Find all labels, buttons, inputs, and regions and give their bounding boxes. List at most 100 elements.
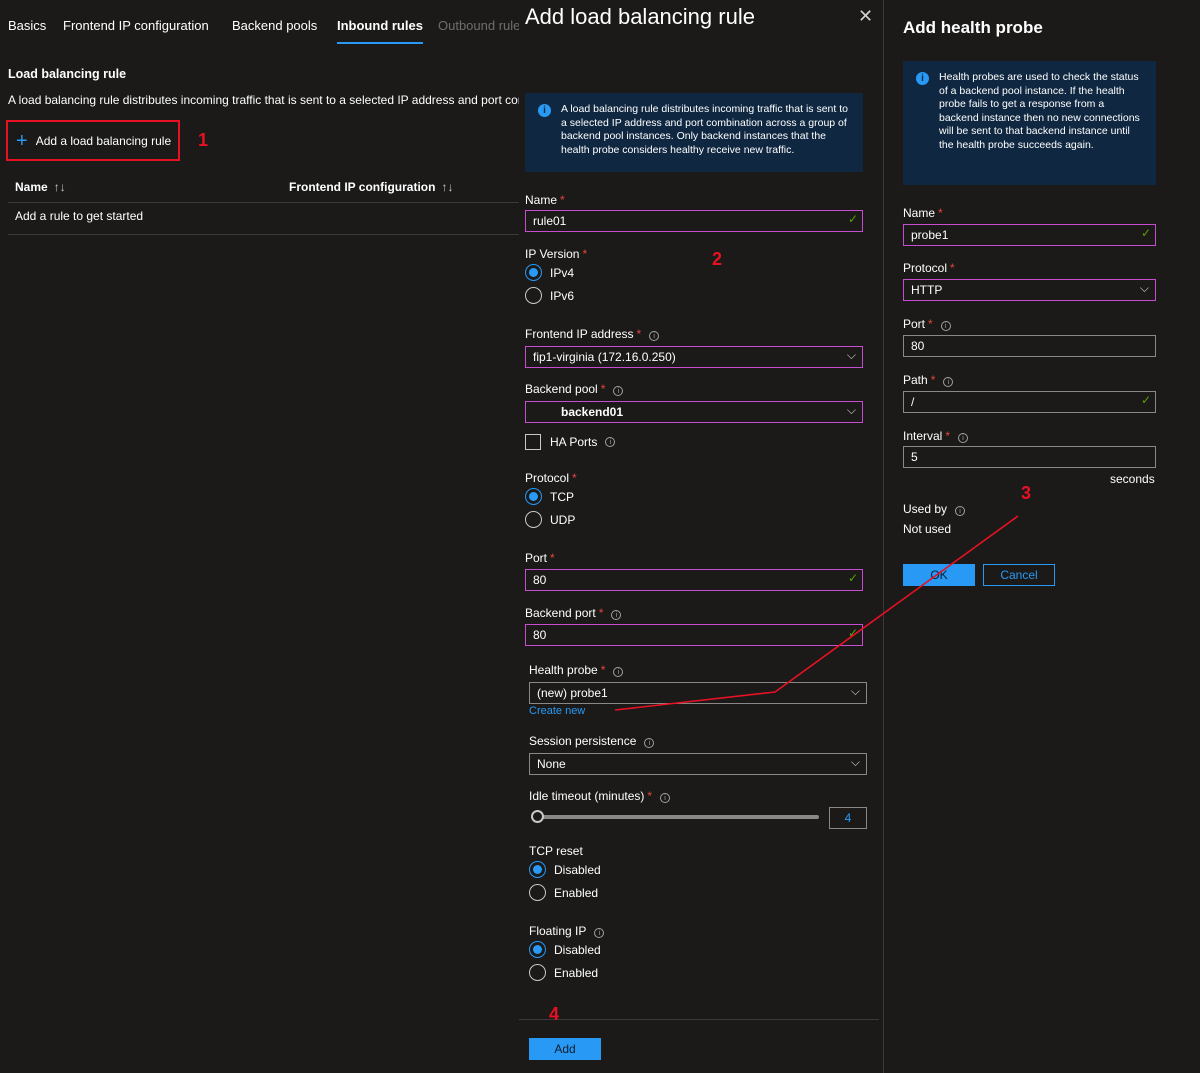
- radio-tcp-reset-disabled[interactable]: Disabled: [529, 861, 601, 878]
- radio-udp[interactable]: UDP: [525, 511, 575, 528]
- close-icon[interactable]: ✕: [858, 6, 873, 27]
- radio-floating-ip-enabled[interactable]: Enabled: [529, 964, 598, 981]
- column-header-name[interactable]: Name ↑↓: [15, 180, 66, 194]
- health-probe-label: Health probe * i: [529, 663, 624, 677]
- health-probe-label-text: Health probe: [529, 663, 598, 677]
- ip-version-label-text: IP Version: [525, 247, 580, 261]
- probe-path-input[interactable]: / ✓: [903, 391, 1156, 413]
- chevron-down-icon: ⌵: [850, 755, 860, 769]
- plus-icon: +: [16, 129, 28, 152]
- frontend-ip-value: fip1-virginia (172.16.0.250): [533, 350, 676, 364]
- radio-ipv4[interactable]: IPv4: [525, 264, 574, 281]
- required-marker: *: [938, 206, 943, 220]
- backend-pool-label-text: Backend pool: [525, 382, 598, 396]
- info-box: i Health probes are used to check the st…: [903, 61, 1156, 185]
- used-by-label-text: Used by: [903, 502, 948, 516]
- tab-backend-pools[interactable]: Backend pools: [232, 18, 317, 33]
- health-probe-select[interactable]: (new) probe1 ⌵: [529, 682, 867, 704]
- sort-icon[interactable]: ↑↓: [54, 180, 66, 194]
- check-icon: ✓: [1140, 226, 1151, 240]
- chevron-down-icon: ⌵: [846, 348, 856, 362]
- rules-table-header: Name ↑↓ Frontend IP configuration ↑↓: [8, 172, 520, 203]
- port-label-text: Port: [525, 551, 548, 565]
- tab-outbound-rules[interactable]: Outbound rules: [438, 18, 527, 33]
- ha-ports-label: HA Ports: [550, 435, 598, 449]
- probe-interval-value: 5: [911, 450, 918, 464]
- info-tooltip-icon[interactable]: i: [605, 437, 616, 447]
- footer-divider: [519, 1019, 879, 1020]
- radio-dot: [529, 964, 546, 981]
- info-tooltip-icon[interactable]: i: [955, 506, 966, 516]
- idle-timeout-slider-thumb[interactable]: [531, 810, 544, 823]
- cancel-button[interactable]: Cancel: [983, 564, 1055, 586]
- radio-dot: [529, 884, 546, 901]
- session-persistence-select[interactable]: None ⌵: [529, 753, 867, 775]
- column-header-frontend-ip[interactable]: Frontend IP configuration ↑↓: [289, 180, 453, 194]
- backend-port-input[interactable]: 80 ✓: [525, 624, 863, 646]
- sort-icon[interactable]: ↑↓: [441, 180, 453, 194]
- protocol-label: Protocol *: [525, 471, 577, 485]
- tab-inbound-rules[interactable]: Inbound rules: [337, 18, 423, 44]
- name-input[interactable]: rule01 ✓: [525, 210, 863, 232]
- section-title: Load balancing rule: [8, 67, 127, 81]
- tab-frontend-ip-configuration[interactable]: Frontend IP configuration: [63, 18, 209, 33]
- radio-tcp-reset-enabled[interactable]: Enabled: [529, 884, 598, 901]
- required-marker: *: [636, 327, 642, 341]
- tab-basics[interactable]: Basics: [8, 18, 46, 33]
- probe-protocol-label-text: Protocol: [903, 261, 948, 275]
- info-tooltip-icon[interactable]: i: [660, 793, 671, 803]
- radio-tcp[interactable]: TCP: [525, 488, 574, 505]
- add-load-balancing-rule-button[interactable]: + Add a load balancing rule: [6, 120, 180, 161]
- backend-pool-select[interactable]: backend01 ⌵: [525, 401, 863, 423]
- backend-port-value: 80: [533, 628, 547, 642]
- info-tooltip-icon[interactable]: i: [594, 928, 605, 938]
- probe-protocol-value: HTTP: [911, 283, 943, 297]
- backend-pool-label: Backend pool * i: [525, 382, 624, 396]
- check-icon: ✓: [847, 212, 858, 226]
- info-tooltip-icon[interactable]: i: [611, 610, 622, 620]
- add-button[interactable]: Add: [529, 1038, 601, 1060]
- radio-tcp-reset-enabled-label: Enabled: [554, 885, 599, 900]
- chevron-down-icon: ⌵: [846, 403, 856, 417]
- section-description: A load balancing rule distributes incomi…: [8, 93, 520, 107]
- probe-name-input[interactable]: probe1 ✓: [903, 224, 1156, 246]
- probe-name-label: Name *: [903, 206, 943, 220]
- ip-version-label: IP Version *: [525, 247, 587, 261]
- info-tooltip-icon[interactable]: i: [940, 321, 951, 331]
- frontend-ip-select[interactable]: fip1-virginia (172.16.0.250) ⌵: [525, 346, 863, 368]
- radio-dot: [525, 264, 542, 281]
- checkbox-box: [525, 434, 541, 450]
- info-box: i A load balancing rule distributes inco…: [525, 93, 863, 172]
- backend-pool-value: backend01: [561, 405, 624, 419]
- create-new-probe-link[interactable]: Create new: [529, 705, 585, 717]
- probe-interval-input[interactable]: 5: [903, 446, 1156, 468]
- annotation-step-4: 4: [549, 1004, 560, 1024]
- idle-timeout-label-text: Idle timeout (minutes): [529, 789, 645, 803]
- frontend-ip-label: Frontend IP address * i: [525, 327, 660, 341]
- radio-ipv6-label: IPv6: [550, 288, 575, 303]
- radio-tcp-label: TCP: [550, 489, 574, 504]
- info-tooltip-icon[interactable]: i: [613, 386, 624, 396]
- probe-path-value: /: [911, 395, 915, 409]
- backend-port-label: Backend port * i: [525, 606, 622, 620]
- ha-ports-checkbox[interactable]: HA Ports i: [525, 434, 616, 450]
- info-tooltip-icon[interactable]: i: [613, 667, 624, 677]
- radio-floating-ip-disabled[interactable]: Disabled: [529, 941, 601, 958]
- probe-protocol-select[interactable]: HTTP ⌵: [903, 279, 1156, 301]
- info-tooltip-icon[interactable]: i: [644, 738, 655, 748]
- radio-ipv6[interactable]: IPv6: [525, 287, 574, 304]
- port-input[interactable]: 80 ✓: [525, 569, 863, 591]
- info-tooltip-icon[interactable]: i: [943, 377, 954, 387]
- health-probe-value: (new) probe1: [537, 686, 608, 700]
- info-tooltip-icon[interactable]: i: [958, 433, 969, 443]
- info-tooltip-icon[interactable]: i: [649, 331, 660, 341]
- ok-button[interactable]: OK: [903, 564, 975, 586]
- probe-port-input[interactable]: 80: [903, 335, 1156, 357]
- required-marker: *: [950, 261, 955, 275]
- used-by-value: Not used: [903, 522, 952, 536]
- idle-timeout-slider-track[interactable]: [531, 815, 819, 819]
- add-load-balancing-rule-label: Add a load balancing rule: [35, 133, 172, 148]
- idle-timeout-input[interactable]: 4: [829, 807, 867, 829]
- required-marker: *: [560, 193, 565, 207]
- probe-name-label-text: Name: [903, 206, 936, 220]
